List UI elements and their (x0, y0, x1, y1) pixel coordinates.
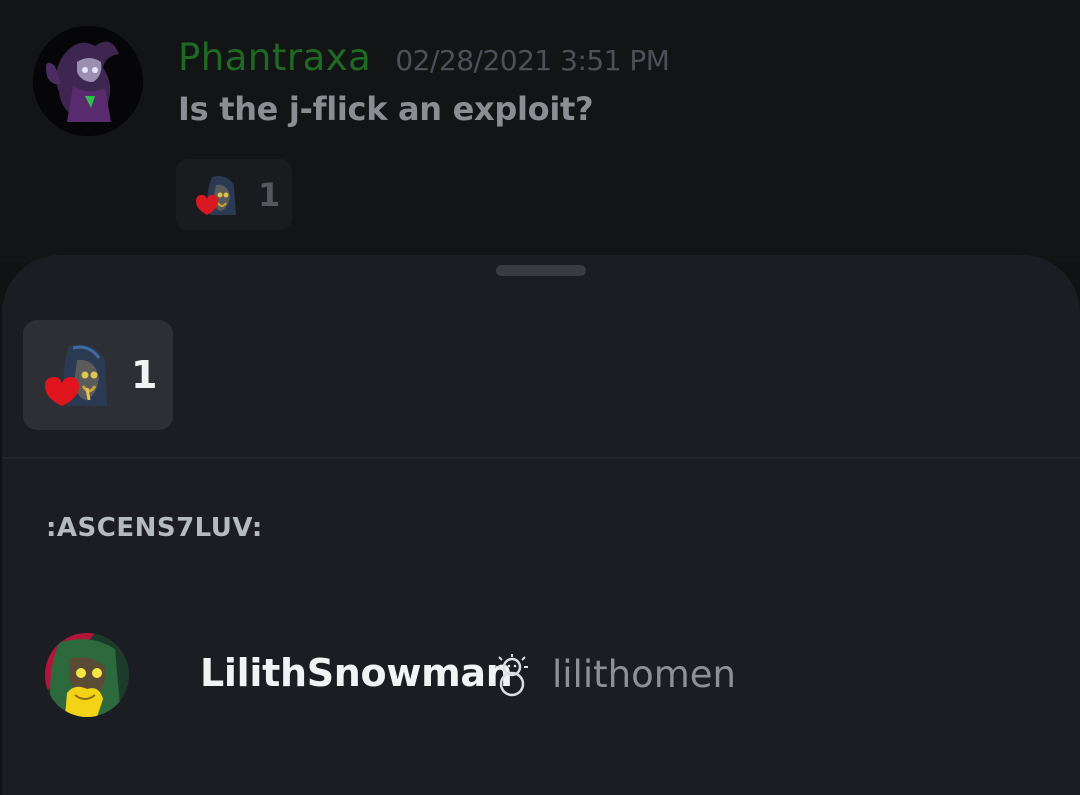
message-text: Is the j-flick an exploit? (178, 90, 594, 128)
message-area: Phantraxa 02/28/2021 3:51 PM Is the j-fl… (0, 0, 1080, 262)
message-reaction-pill[interactable]: 1 (176, 159, 292, 230)
user-username: lilithomen (552, 653, 736, 696)
ascens7luv-emoji-icon (45, 344, 107, 406)
author-avatar[interactable] (33, 26, 143, 136)
reaction-user-row[interactable]: LilithSnowman lilithomen (2, 625, 1080, 725)
message-author[interactable]: Phantraxa (178, 36, 371, 79)
sheet-drag-handle[interactable] (496, 265, 586, 276)
emoji-name-label: :ASCENS7LUV: (46, 513, 263, 543)
reaction-tab-count: 1 (131, 353, 158, 397)
reaction-tab-ascens7luv[interactable]: 1 (23, 320, 173, 430)
reactions-bottom-sheet: 1 :ASCENS7LUV: LilithSnowman lilithomen (2, 255, 1080, 795)
user-avatar[interactable] (45, 633, 129, 717)
ascens7luv-emoji-icon (196, 175, 236, 215)
sheet-divider (2, 457, 1080, 459)
snowman-icon (496, 654, 528, 697)
user-display-name: LilithSnowman (200, 651, 513, 695)
message-reaction-count: 1 (258, 175, 281, 214)
message-timestamp: 02/28/2021 3:51 PM (395, 44, 670, 77)
